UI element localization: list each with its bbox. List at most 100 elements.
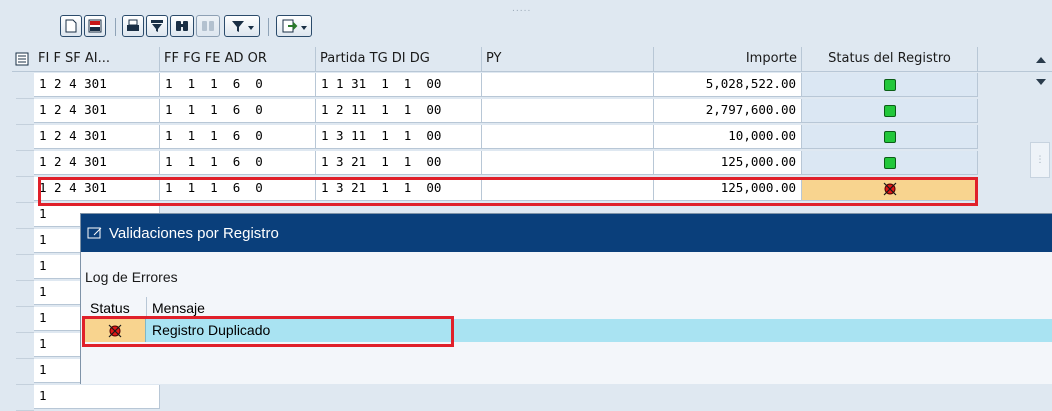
grid-header: FI F SF AI... FF FG FE AD OR Partida TG …	[12, 47, 1052, 72]
table-cell[interactable]: 1 1 1 6 0	[160, 151, 316, 175]
status-error-icon	[883, 182, 896, 195]
log-message: Registro Duplicado	[152, 322, 271, 338]
validation-dialog: Validaciones por Registro Log de Errores…	[80, 213, 1052, 384]
table-row[interactable]: 1	[12, 385, 992, 411]
chevron-down-icon	[300, 26, 307, 30]
find-next-button[interactable]	[196, 15, 220, 37]
row-selector[interactable]	[16, 281, 34, 307]
row-selector[interactable]	[16, 125, 34, 151]
scroll-thumb[interactable]: ⋮	[1030, 142, 1050, 178]
table-cell[interactable]: 1 2 4 301	[34, 73, 160, 97]
table-cell[interactable]: 2,797,600.00	[654, 99, 802, 123]
table-cell[interactable]: 1 2 4 301	[34, 177, 160, 201]
status-cell[interactable]	[802, 125, 978, 149]
table-row[interactable]: 1 2 4 301 1 1 1 6 01 1 31 1 1 00 5,028,522…	[12, 73, 992, 99]
export-dropdown-button[interactable]	[276, 15, 312, 37]
table-cell[interactable]: 1 1 1 6 0	[160, 177, 316, 201]
table-cell[interactable]	[482, 125, 654, 149]
table-cell[interactable]: 125,000.00	[654, 177, 802, 201]
table-row[interactable]: 1 2 4 301 1 1 1 6 01 2 11 1 1 00 2,797,600…	[12, 99, 992, 125]
table-cell[interactable]: 1 3 11 1 1 00	[316, 125, 482, 149]
filter-dropdown-icon	[231, 21, 244, 32]
status-cell[interactable]	[802, 177, 978, 201]
table-cell[interactable]: 1	[34, 385, 160, 409]
drag-handle[interactable]: .....	[512, 4, 531, 14]
table-cell[interactable]: 1 1 1 6 0	[160, 73, 316, 97]
print-button[interactable]	[122, 15, 144, 37]
find-next-icon	[202, 21, 214, 31]
layout-button[interactable]	[84, 15, 106, 37]
table-cell[interactable]	[482, 151, 654, 175]
table-row[interactable]: 1 2 4 301 1 1 1 6 01 3 21 1 1 00 125,000.0…	[12, 151, 992, 177]
select-all-icon	[15, 52, 29, 66]
column-header-partida[interactable]: Partida TG DI DG	[316, 47, 482, 71]
toolbar: .....	[0, 0, 1052, 45]
dialog-body: Log de Errores Status Mensaje Registro D…	[81, 252, 1052, 384]
log-column-mensaje[interactable]: Mensaje	[147, 297, 347, 319]
row-selector[interactable]	[16, 99, 34, 125]
table-cell[interactable]	[482, 73, 654, 97]
column-header-importe[interactable]: Importe	[654, 47, 802, 71]
table-cell[interactable]: 1 2 4 301	[34, 99, 160, 123]
column-header-fi-f-sf-ai[interactable]: FI F SF AI...	[34, 47, 160, 71]
table-cell[interactable]: 125,000.00	[654, 151, 802, 175]
table-cell[interactable]: 1 1 1 6 0	[160, 99, 316, 123]
select-all-button[interactable]	[12, 47, 32, 71]
layout-icon	[88, 19, 102, 33]
table-cell[interactable]: 1 1 1 6 0	[160, 125, 316, 149]
table-cell[interactable]: 10,000.00	[654, 125, 802, 149]
table-cell[interactable]: 1 3 21 1 1 00	[316, 151, 482, 175]
filter-button[interactable]	[146, 15, 168, 37]
find-icon	[176, 21, 188, 31]
status-ok-icon	[883, 104, 896, 117]
row-selector[interactable]	[16, 73, 34, 99]
row-selector[interactable]	[16, 307, 34, 333]
table-cell[interactable]: 1 2 4 301	[34, 125, 160, 149]
column-header-status[interactable]: Status del Registro	[802, 47, 978, 71]
table-cell[interactable]: 1 2 4 301	[34, 151, 160, 175]
filter-dropdown-button[interactable]	[224, 15, 260, 37]
log-row[interactable]: Registro Duplicado	[85, 319, 1052, 342]
log-column-status[interactable]: Status	[85, 297, 147, 319]
new-document-button[interactable]	[60, 15, 82, 37]
toolbar-separator	[115, 18, 116, 36]
row-selector[interactable]	[16, 359, 34, 385]
dialog-title: Validaciones por Registro	[109, 224, 279, 242]
log-header: Status Mensaje	[85, 297, 1052, 319]
column-header-ff-fg-fe-ad-or[interactable]: FF FG FE AD OR	[160, 47, 316, 71]
status-ok-icon	[883, 78, 896, 91]
log-title: Log de Errores	[85, 269, 178, 285]
scroll-up-icon[interactable]	[1036, 57, 1046, 63]
status-ok-icon	[883, 130, 896, 143]
row-selector[interactable]	[16, 151, 34, 177]
status-cell[interactable]	[802, 151, 978, 175]
status-cell[interactable]	[802, 73, 978, 97]
table-cell[interactable]: 1 2 11 1 1 00	[316, 99, 482, 123]
table-cell[interactable]: 1 3 21 1 1 00	[316, 177, 482, 201]
table-cell[interactable]: 1 1 31 1 1 00	[316, 73, 482, 97]
table-row[interactable]: 1 2 4 301 1 1 1 6 01 3 11 1 1 00 10,000.00	[12, 125, 992, 151]
table-cell[interactable]	[482, 99, 654, 123]
row-selector[interactable]	[16, 333, 34, 359]
toolbar-separator	[268, 18, 269, 36]
row-selector[interactable]	[16, 385, 34, 411]
column-header-py[interactable]: PY	[482, 47, 654, 71]
status-error-icon	[108, 324, 122, 337]
find-button[interactable]	[170, 15, 194, 37]
row-selector[interactable]	[16, 177, 34, 203]
status-ok-icon	[883, 156, 896, 169]
vertical-scrollbar[interactable]: ⋮	[1028, 47, 1052, 178]
row-selector[interactable]	[16, 203, 34, 229]
table-cell[interactable]: 5,028,522.00	[654, 73, 802, 97]
status-cell[interactable]	[802, 99, 978, 123]
window-edit-icon	[87, 227, 102, 239]
dialog-title-bar[interactable]: Validaciones por Registro	[81, 214, 1052, 252]
table-cell[interactable]	[482, 177, 654, 201]
print-icon	[127, 19, 139, 31]
table-row[interactable]: 1 2 4 301 1 1 1 6 01 3 21 1 1 00 125,000.0…	[12, 177, 992, 203]
row-selector[interactable]	[16, 229, 34, 255]
row-selector[interactable]	[16, 255, 34, 281]
scroll-down-icon[interactable]	[1036, 79, 1046, 85]
export-dropdown-icon	[282, 19, 297, 33]
filter-icon	[151, 20, 163, 32]
